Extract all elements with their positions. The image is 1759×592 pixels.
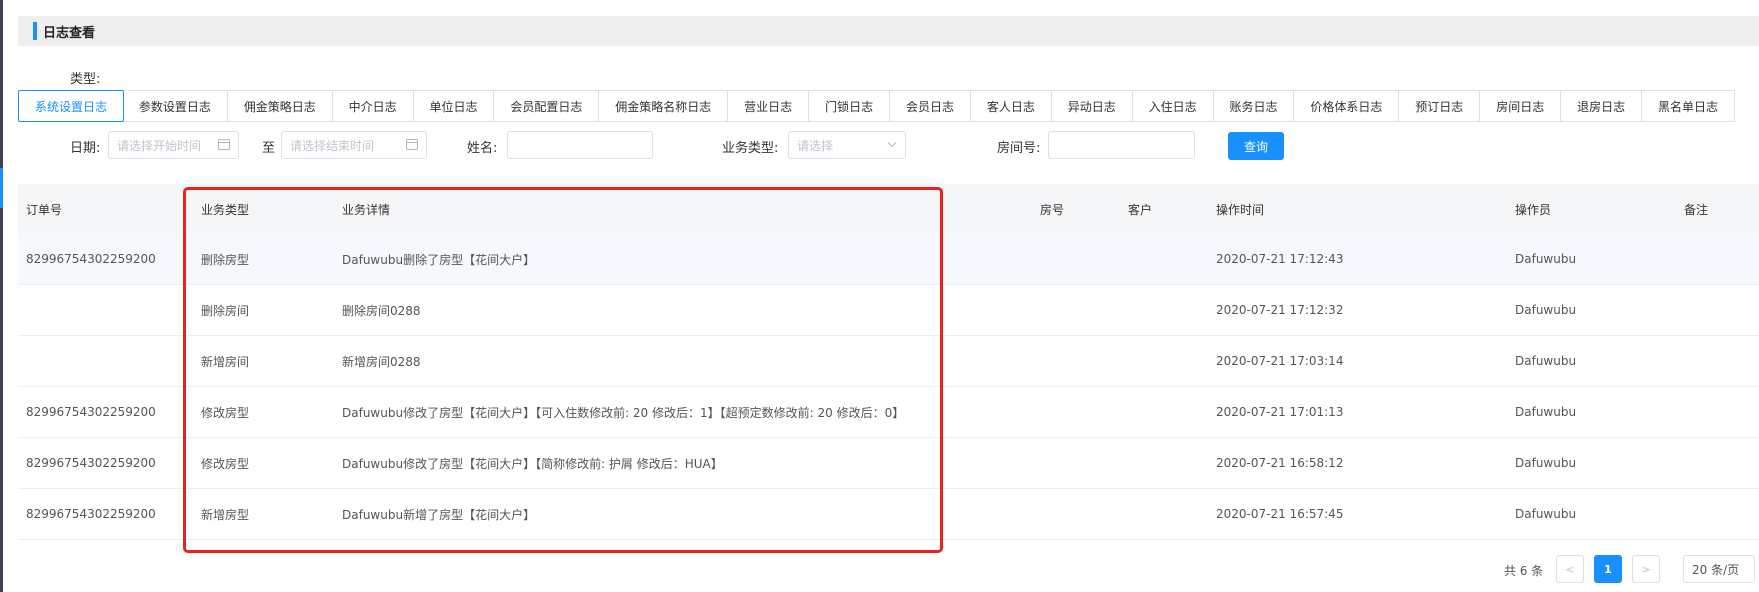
cell-operator: Dafuwubu	[1515, 303, 1577, 317]
col-remark: 备注	[1684, 202, 1709, 217]
room-input[interactable]	[1048, 131, 1195, 159]
cell-operator: Dafuwubu	[1515, 507, 1577, 521]
title-accent-bar	[33, 22, 37, 40]
tab-log-type[interactable]: 营业日志	[728, 91, 810, 121]
start-date-input[interactable]: 请选择开始时间	[108, 131, 239, 159]
cell-business-type: 修改房型	[201, 405, 250, 420]
table-row[interactable]: 新增房间 新增房间0288 2020-07-21 17:03:14 Dafuwubu	[18, 336, 1759, 387]
left-edge-marker	[0, 168, 3, 208]
tab-log-type[interactable]: 房间日志	[1480, 91, 1562, 121]
col-business-detail: 业务详情	[342, 202, 391, 217]
col-room-number: 房号	[1040, 202, 1065, 217]
tab-log-type[interactable]: 佣金策略日志	[228, 91, 333, 121]
col-customer: 客户	[1128, 202, 1153, 217]
cell-business-detail: Dafuwubu删除了房型【花间大户】	[342, 252, 536, 267]
tab-log-type[interactable]: 客人日志	[971, 91, 1052, 121]
left-edge-strip	[0, 0, 3, 592]
calendar-icon	[218, 139, 230, 150]
cell-operation-time: 2020-07-21 16:58:12	[1216, 456, 1344, 470]
biz-type-label: 业务类型:	[722, 141, 779, 156]
cell-operator: Dafuwubu	[1515, 354, 1577, 368]
table-header: 订单号 业务类型 业务详情 房号 客户 操作时间 操作员 备注	[18, 184, 1759, 234]
prev-page-button[interactable]: <	[1556, 555, 1584, 583]
filter-bar: 日期: 请选择开始时间 至 请选择结束时间 姓名: 业务类型: 请选择 房间号:…	[0, 130, 1759, 160]
tab-log-type[interactable]: 预订日志	[1399, 91, 1481, 121]
col-order-number: 订单号	[26, 202, 63, 217]
cell-order-number: 82996754302259200	[26, 252, 156, 266]
name-label: 姓名:	[467, 141, 498, 156]
tab-log-type[interactable]: 价格体系日志	[1294, 91, 1400, 121]
name-input[interactable]	[507, 131, 653, 159]
tab-log-type[interactable]: 异动日志	[1052, 91, 1133, 121]
cell-operation-time: 2020-07-21 17:12:43	[1216, 252, 1344, 266]
table-row[interactable]: 删除房间 删除房间0288 2020-07-21 17:12:32 Dafuwubu	[18, 285, 1759, 336]
pagination: 共 6 条 < 1 > 20 条/页	[0, 553, 1759, 583]
cell-business-detail: 新增房间0288	[342, 354, 421, 369]
tab-log-type[interactable]: 入住日志	[1133, 91, 1214, 121]
cell-order-number: 82996754302259200	[26, 405, 156, 419]
page-size-value: 20 条/页	[1692, 562, 1740, 577]
cell-operator: Dafuwubu	[1515, 456, 1577, 470]
col-business-type: 业务类型	[201, 202, 250, 217]
pagination-total: 共 6 条	[1504, 564, 1544, 578]
cell-business-type: 新增房型	[201, 507, 250, 522]
tab-log-type[interactable]: 门锁日志	[809, 91, 891, 121]
col-operator: 操作员	[1515, 202, 1552, 217]
cell-order-number: 82996754302259200	[26, 507, 156, 521]
tab-log-type[interactable]: 佣金策略名称日志	[599, 91, 729, 121]
tab-log-type[interactable]: 黑名单日志	[1642, 91, 1734, 121]
cell-operator: Dafuwubu	[1515, 252, 1577, 266]
tab-log-type[interactable]: 账务日志	[1214, 91, 1295, 121]
biz-type-select[interactable]: 请选择	[788, 131, 906, 159]
cell-operation-time: 2020-07-21 17:03:14	[1216, 354, 1344, 368]
cell-operator: Dafuwubu	[1515, 405, 1577, 419]
cell-operation-time: 2020-07-21 17:12:32	[1216, 303, 1344, 317]
start-date-placeholder: 请选择开始时间	[117, 138, 202, 153]
cell-business-detail: Dafuwubu修改了房型【花间大户】【简称修改前: 护屑 修改后：HUA】	[342, 456, 723, 471]
tab-log-type[interactable]: 会员日志	[890, 91, 971, 121]
cell-business-detail: Dafuwubu新增了房型【花间大户】	[342, 507, 536, 522]
table-row[interactable]: 82996754302259200 修改房型 Dafuwubu修改了房型【花间大户】…	[18, 438, 1759, 489]
next-page-button[interactable]: >	[1632, 555, 1660, 583]
log-type-tabs: 系统设置日志 参数设置日志 佣金策略日志 中介日志 单位日志 会员配置日志 佣金策略名称日志…	[18, 90, 1735, 122]
col-operation-time: 操作时间	[1216, 202, 1265, 217]
type-filter-label: 类型:	[70, 72, 101, 87]
query-button[interactable]: 查询	[1228, 132, 1284, 160]
date-range-separator: 至	[262, 141, 276, 156]
table-row[interactable]: 82996754302259200 删除房型 Dafuwubu删除了房型【花间大户】…	[18, 234, 1759, 285]
cell-business-detail: Dafuwubu修改了房型【花间大户】【可入住数修改前: 20 修改后：1】【超…	[342, 405, 905, 420]
tab-log-type[interactable]: 系统设置日志	[18, 90, 124, 122]
table-body: 82996754302259200 删除房型 Dafuwubu删除了房型【花间大户】…	[18, 234, 1759, 540]
tab-log-type[interactable]: 退房日志	[1561, 91, 1643, 121]
end-date-input[interactable]: 请选择结束时间	[281, 131, 427, 159]
cell-business-type: 修改房型	[201, 456, 250, 471]
biz-type-placeholder: 请选择	[797, 138, 834, 153]
tab-log-type[interactable]: 中介日志	[333, 91, 414, 121]
cell-operation-time: 2020-07-21 16:57:45	[1216, 507, 1344, 521]
tab-log-type[interactable]: 会员配置日志	[494, 91, 600, 121]
cell-business-type: 新增房间	[201, 354, 250, 369]
cell-business-detail: 删除房间0288	[342, 303, 421, 318]
calendar-icon	[406, 139, 418, 150]
cell-order-number: 82996754302259200	[26, 456, 156, 470]
page-title: 日志查看	[43, 25, 96, 41]
cell-business-type: 删除房间	[201, 303, 250, 318]
cell-operation-time: 2020-07-21 17:01:13	[1216, 405, 1344, 419]
page-size-select[interactable]: 20 条/页	[1683, 555, 1755, 583]
room-label: 房间号:	[997, 141, 1041, 156]
end-date-placeholder: 请选择结束时间	[290, 138, 375, 153]
table-row[interactable]: 82996754302259200 修改房型 Dafuwubu修改了房型【花间大户】…	[18, 387, 1759, 438]
tab-log-type[interactable]: 单位日志	[414, 91, 495, 121]
page-1-button[interactable]: 1	[1594, 555, 1622, 583]
table-row[interactable]: 82996754302259200 新增房型 Dafuwubu新增了房型【花间大户】…	[18, 489, 1759, 540]
log-table: 订单号 业务类型 业务详情 房号 客户 操作时间 操作员 备注 82996754…	[18, 184, 1759, 540]
cell-business-type: 删除房型	[201, 252, 250, 267]
tab-log-type[interactable]: 参数设置日志	[123, 91, 228, 121]
date-label: 日期:	[70, 141, 101, 156]
page-header: 日志查看	[18, 16, 1759, 46]
chevron-down-icon	[887, 138, 897, 148]
